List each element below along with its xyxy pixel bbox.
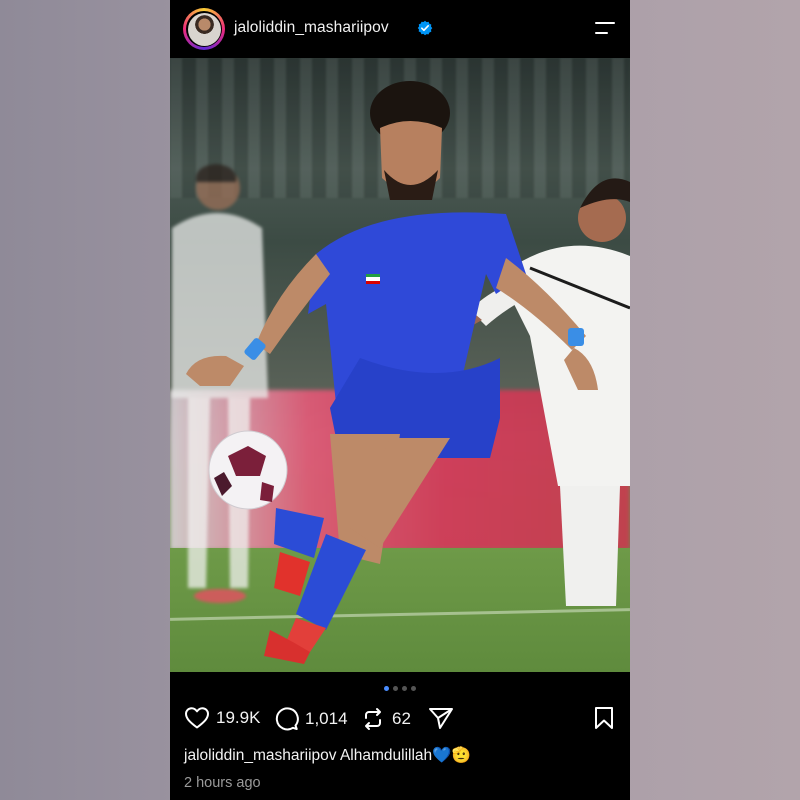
carousel-dot [402, 686, 407, 691]
caption-username[interactable]: jaloliddin_mashariipov [184, 747, 337, 764]
football-ball [208, 430, 288, 510]
share-button[interactable] [428, 706, 454, 730]
like-button[interactable]: 19.9K [184, 706, 260, 730]
menu-icon[interactable] [594, 20, 616, 36]
bookmark-icon [595, 707, 613, 729]
comment-count: 1,014 [305, 708, 348, 728]
players-illustration [172, 81, 630, 664]
carousel-indicator [384, 686, 416, 691]
post-screen: jaloliddin_mashariipov 19.9K 1,014 62 ja… [170, 0, 630, 800]
like-count: 19.9K [216, 708, 261, 727]
carousel-dot [393, 686, 398, 691]
avatar-photo [187, 12, 221, 46]
heart-icon [185, 707, 209, 729]
verified-badge-icon [417, 20, 433, 36]
carousel-dot [384, 686, 389, 691]
send-icon [429, 708, 453, 729]
caption-text: Alhamdulillah💙🫡 [339, 747, 471, 764]
avatar[interactable] [183, 8, 225, 50]
post-caption: jaloliddin_mashariipov Alhamdulillah💙🫡 [184, 746, 471, 765]
post-header: jaloliddin_mashariipov [170, 0, 630, 58]
post-timestamp: 2 hours ago [184, 775, 261, 791]
post-photo[interactable] [170, 58, 630, 672]
avatar-ring-gap [186, 11, 222, 47]
repost-icon [365, 708, 381, 730]
header-username[interactable]: jaloliddin_mashariipov [234, 19, 389, 37]
comment-button[interactable]: 1,014 [274, 706, 348, 731]
repost-button[interactable]: 62 [360, 706, 411, 732]
save-button[interactable] [593, 706, 615, 730]
carousel-dot [411, 686, 416, 691]
comment-icon [275, 707, 299, 731]
repost-count: 62 [392, 709, 411, 728]
